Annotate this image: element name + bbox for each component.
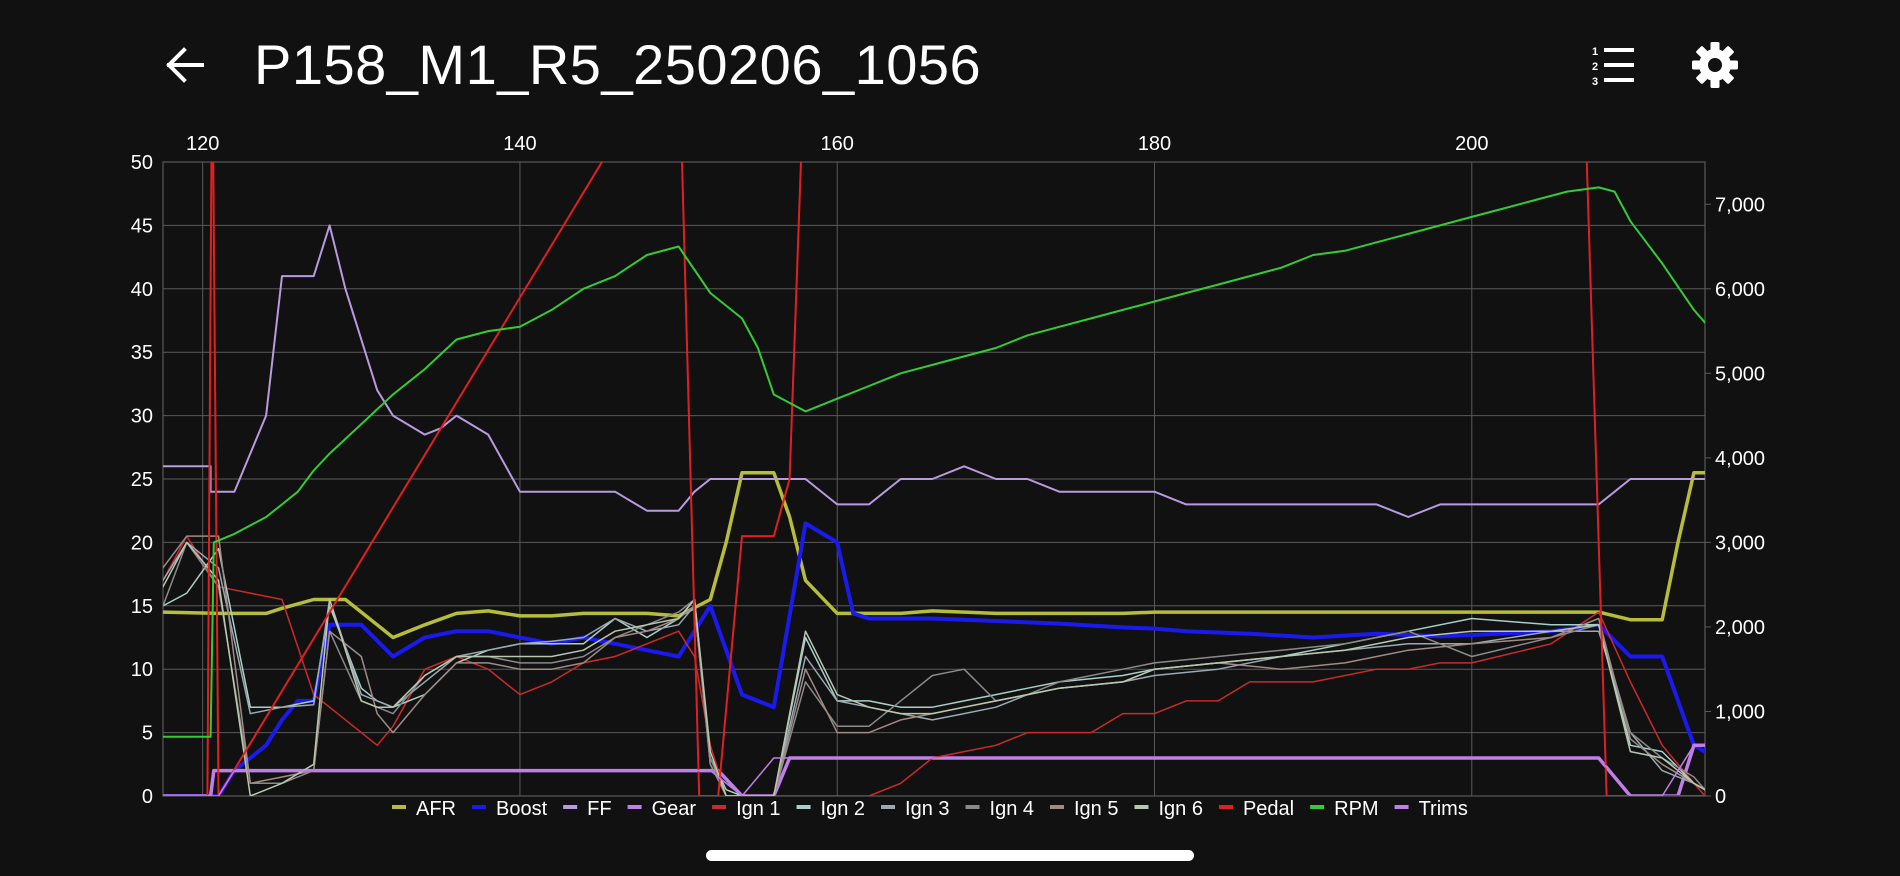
x-tick-label: 200 <box>1455 133 1488 155</box>
y-right-tick-label: 5,000 <box>1715 363 1765 385</box>
y-left-tick-label: 15 <box>131 596 153 618</box>
x-tick-label: 120 <box>186 133 219 155</box>
legend-swatch <box>881 805 896 809</box>
telemetry-chart[interactable]: 0 5 10 15 20 25 30 35 40 45 50 120 140 160 180 200 0 1,00… <box>0 120 1900 830</box>
y-left-tick-label: 10 <box>131 659 153 681</box>
x-tick-label: 160 <box>821 133 854 155</box>
legend-swatch <box>712 805 727 809</box>
numbered-list-icon: 1 2 3 <box>1592 46 1634 88</box>
series-line-trims <box>163 744 1705 796</box>
svg-text:1: 1 <box>1592 46 1598 58</box>
legend-swatch <box>1310 805 1325 809</box>
app-header: P158_M1_R5_250206_1056 1 2 3 <box>0 0 1900 130</box>
y-right-tick-label: 2,000 <box>1715 617 1765 639</box>
legend-label: Ign 3 <box>905 798 949 820</box>
legend-label: Ign 1 <box>736 798 780 820</box>
legend-label: RPM <box>1334 798 1378 820</box>
y-right-tick-label: 0 <box>1715 786 1726 808</box>
y-left-tick-label: 35 <box>131 342 153 364</box>
y-left-tick-label: 5 <box>142 723 153 745</box>
y-right-tick-label: 7,000 <box>1715 194 1765 216</box>
series-line-afr <box>163 470 1705 640</box>
settings-button[interactable] <box>1690 40 1740 90</box>
y-right-tick-label: 3,000 <box>1715 532 1765 554</box>
legend-swatch <box>563 805 578 809</box>
home-indicator[interactable] <box>706 850 1194 861</box>
legend-label: Ign 6 <box>1158 798 1202 820</box>
y-right-tick-label: 1,000 <box>1715 701 1765 723</box>
page-title: P158_M1_R5_250206_1056 <box>254 33 982 96</box>
legend-swatch <box>1394 805 1409 809</box>
legend-swatch <box>1050 805 1064 809</box>
legend-swatch <box>392 805 406 809</box>
list-button[interactable]: 1 2 3 <box>1590 42 1636 88</box>
legend: AFR Boost FF Gear Ign 1 Ign 2 Ign 3 Ign 4 Ign 5 I… <box>392 798 1468 820</box>
back-button[interactable] <box>160 40 210 90</box>
y-left-tick-label: 0 <box>142 786 153 808</box>
legend-label: Ign 5 <box>1074 798 1118 820</box>
legend-label: Pedal <box>1243 798 1294 820</box>
y-right-tick-label: 6,000 <box>1715 279 1765 301</box>
legend-swatch <box>627 805 642 809</box>
y-left-tick-label: 45 <box>131 215 153 237</box>
x-tick-label: 180 <box>1138 133 1171 155</box>
svg-text:3: 3 <box>1592 76 1598 88</box>
legend-label: FF <box>587 798 611 820</box>
legend-label: Gear <box>652 798 697 820</box>
x-tick-label: 140 <box>503 133 536 155</box>
series-layer <box>163 162 1705 796</box>
y-left-tick-label: 25 <box>131 469 153 491</box>
y-right-tick-label: 4,000 <box>1715 448 1765 470</box>
y-left-tick-label: 50 <box>131 152 153 174</box>
legend-label: Trims <box>1419 798 1468 820</box>
legend-swatch <box>1218 805 1233 809</box>
y-left-tick-label: 40 <box>131 279 153 301</box>
legend-swatch <box>965 805 980 809</box>
arrow-left-icon <box>166 47 204 83</box>
series-line-pedal <box>163 162 1705 796</box>
legend-label: Ign 4 <box>990 798 1034 820</box>
series-line-boost <box>163 521 1705 796</box>
chart-svg[interactable]: 0 5 10 15 20 25 30 35 40 45 50 120 140 160 180 200 0 1,00… <box>0 120 1900 830</box>
legend-label: AFR <box>416 798 456 820</box>
legend-swatch <box>1134 805 1149 809</box>
legend-swatch <box>472 805 486 809</box>
svg-text:2: 2 <box>1592 61 1598 73</box>
y-left-tick-label: 20 <box>131 532 153 554</box>
legend-label: Ign 2 <box>821 798 865 820</box>
legend-swatch <box>796 805 811 809</box>
y-left-tick-label: 30 <box>131 406 153 428</box>
gear-icon <box>1692 42 1738 88</box>
legend-label: Boost <box>496 798 548 820</box>
series-line-ff <box>163 224 1705 518</box>
